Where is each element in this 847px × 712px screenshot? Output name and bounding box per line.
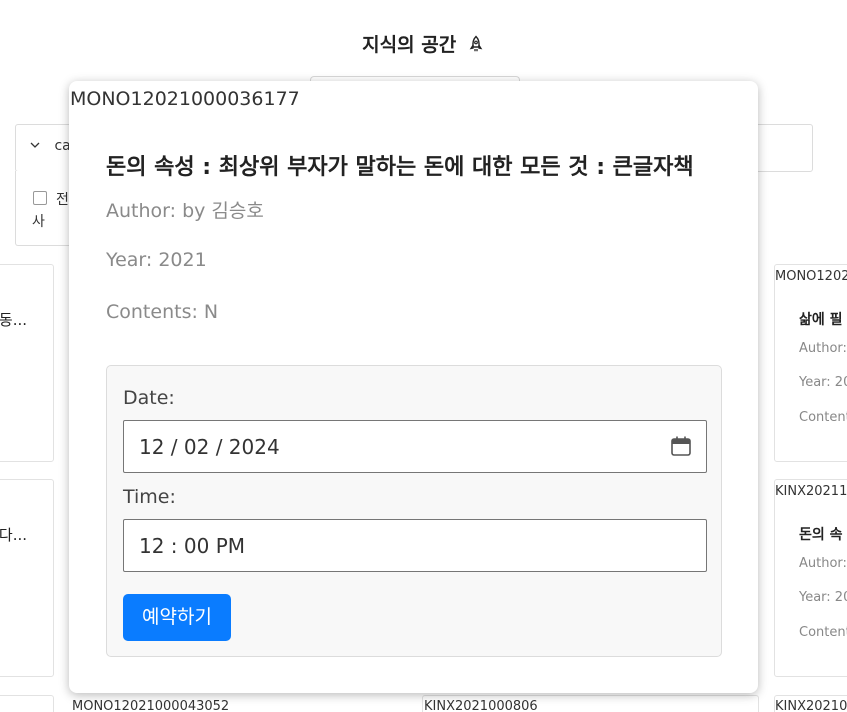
book-card[interactable]: KINX20211 돈의 속 Author: Year: 20 Content	[774, 479, 847, 677]
book-card[interactable]: KINX20210	[774, 695, 847, 712]
modal-book-author: Author: by 김승호	[106, 200, 264, 222]
modal-book-code: MONO12021000036177	[70, 88, 300, 110]
book-card-code: KINX2021000806	[424, 699, 538, 712]
reserve-button[interactable]: 예약하기	[123, 594, 231, 641]
date-input[interactable]: 12 / 02 / 2024	[123, 420, 707, 473]
category-filter-options: 전 사	[15, 171, 75, 246]
book-detail-modal: MONO12021000036177 돈의 속성 : 최상위 부자가 말하는 돈…	[69, 81, 758, 693]
book-card-contents: Content	[799, 410, 847, 425]
book-card-author: Author:	[799, 341, 847, 356]
reservation-form: Date: 12 / 02 / 2024 Time: 12 : 00 PM 예약…	[106, 365, 722, 657]
modal-book-title: 돈의 속성 : 최상위 부자가 말하는 돈에 대한 모든 것 : 큰글자책	[106, 155, 694, 180]
time-input[interactable]: 12 : 00 PM	[123, 519, 707, 572]
book-card[interactable]: MONO1202 삶에 필 Author: Year: 20 Content	[774, 264, 847, 462]
book-card-title: 다...	[0, 526, 27, 544]
book-card-title: 삶에 필	[799, 312, 843, 328]
chevron-down-icon	[30, 142, 40, 148]
page-title: 지식의 공간	[0, 30, 847, 57]
book-card-code: MONO1202	[775, 269, 847, 284]
book-card-title: 동...	[0, 311, 27, 329]
book-card[interactable]: 다...	[0, 479, 54, 677]
modal-book-year: Year: 2021	[106, 249, 207, 271]
book-card[interactable]: 동...	[0, 264, 54, 462]
filter-option-label: 사	[32, 214, 45, 230]
filter-all-checkbox[interactable]	[33, 191, 47, 205]
time-value: 12 : 00 PM	[139, 534, 246, 558]
book-card-contents: Content	[799, 625, 847, 640]
book-card[interactable]: MONO12021000043052	[69, 695, 406, 712]
book-card[interactable]	[0, 695, 54, 712]
date-value: 12 / 02 / 2024	[139, 435, 280, 459]
book-card-year: Year: 20	[799, 375, 847, 390]
rocket-icon	[469, 35, 483, 52]
book-card-title: 돈의 속	[799, 527, 843, 543]
book-card-code: KINX20211	[775, 484, 847, 499]
modal-book-contents: Contents: N	[106, 301, 219, 323]
book-card[interactable]: KINX2021000806	[422, 695, 759, 712]
book-card-author: Author:	[799, 556, 847, 571]
time-label: Time:	[123, 486, 176, 508]
category-filter-toggle[interactable]: ca	[30, 138, 71, 154]
calendar-icon[interactable]	[670, 435, 692, 457]
page-title-text: 지식의 공간	[362, 34, 457, 56]
filter-all-label: 전	[56, 192, 69, 208]
date-label: Date:	[123, 387, 175, 409]
book-card-code: KINX20210	[775, 699, 847, 712]
book-card-year: Year: 20	[799, 590, 847, 605]
book-card-code: MONO12021000043052	[72, 699, 230, 712]
